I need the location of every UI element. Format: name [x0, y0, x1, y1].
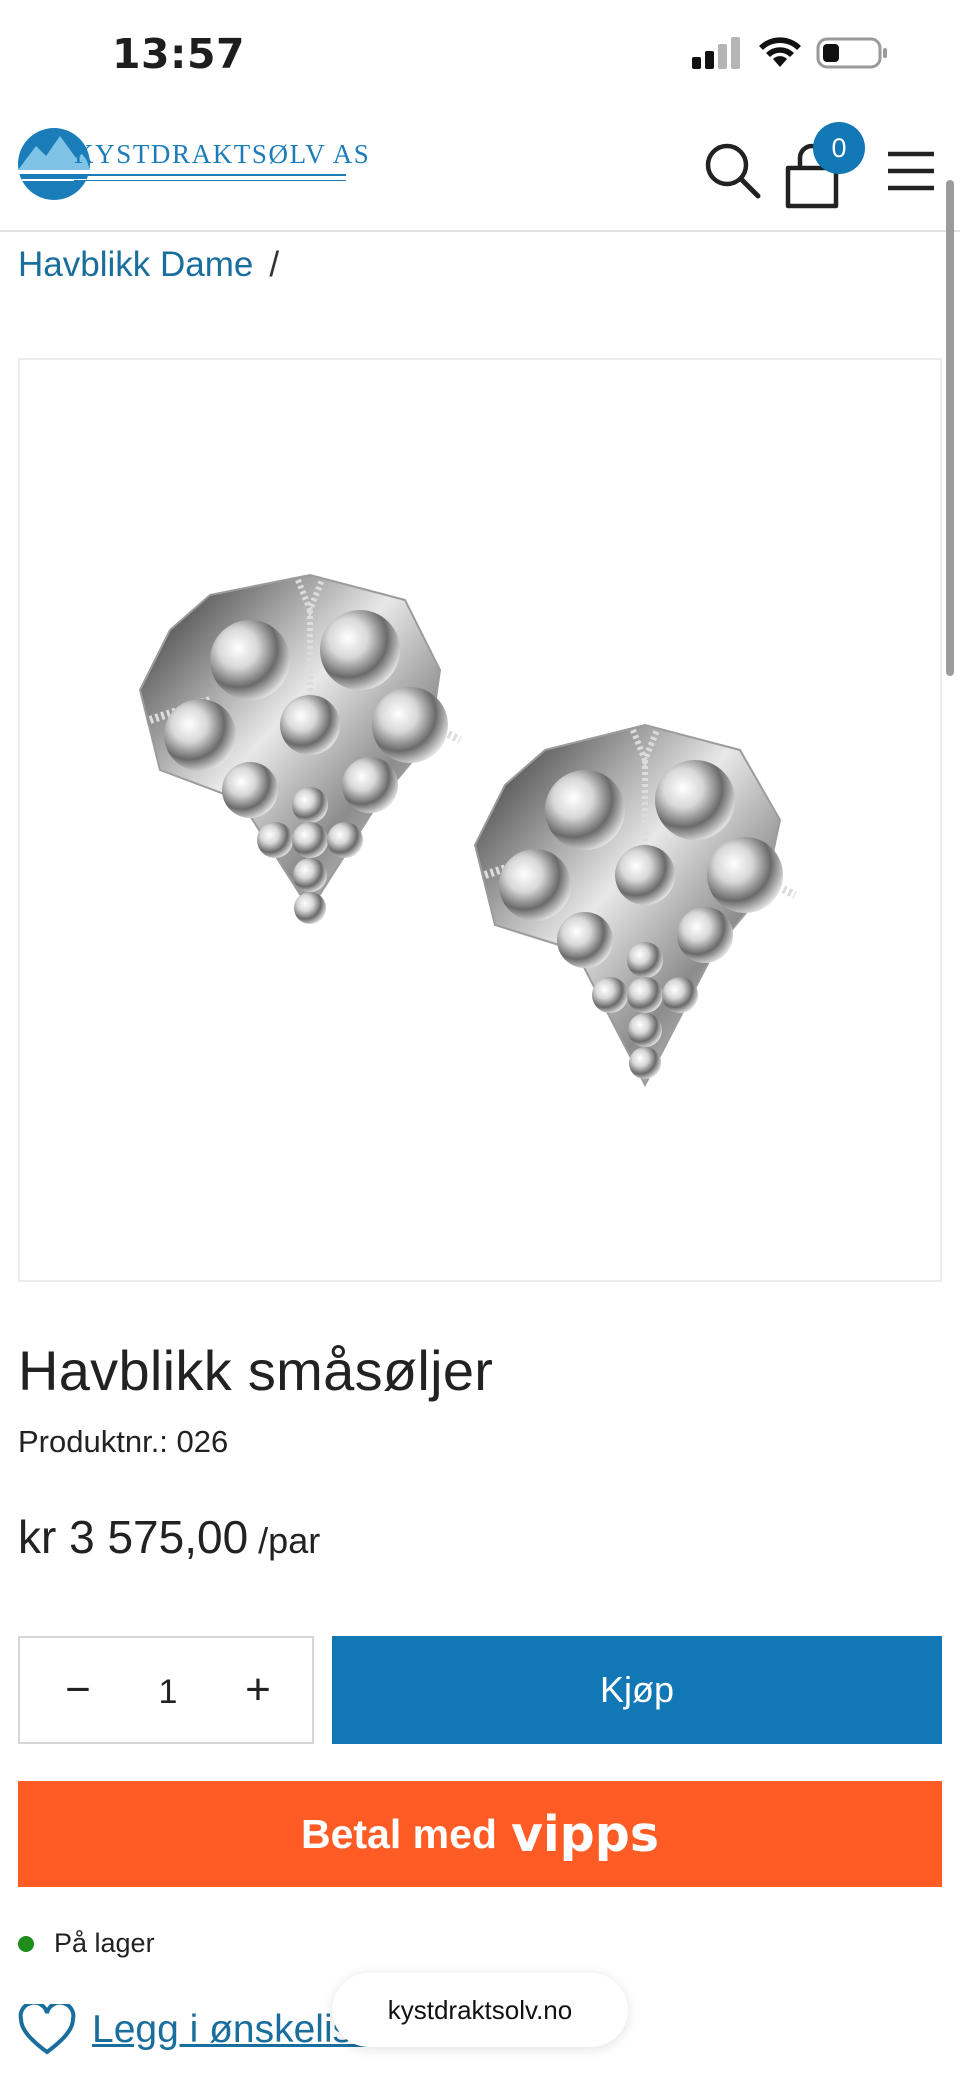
- product-price: kr 3 575,00 /par: [18, 1510, 320, 1564]
- quantity-decrease-button[interactable]: −: [50, 1662, 106, 1718]
- heart-icon[interactable]: [18, 2004, 76, 2056]
- signal-icon: [692, 37, 740, 69]
- product-number: Produktnr.: 026: [18, 1424, 228, 1460]
- site-header: KYSTDRAKTSØLV AS 0: [0, 112, 960, 232]
- breadcrumb: Havblikk Dame /: [18, 245, 279, 285]
- browser-url-bar[interactable]: kystdraktsolv.no: [332, 1973, 628, 2047]
- stock-status: På lager: [18, 1928, 155, 1959]
- left-earring: [138, 573, 462, 924]
- vipps-logo: vipps: [510, 1805, 659, 1863]
- product-number-label: Produktnr.:: [18, 1424, 168, 1459]
- logo-text[interactable]: KYSTDRAKTSØLV AS: [74, 139, 370, 170]
- price-unit: /par: [258, 1520, 321, 1561]
- vipps-button-label: Betal med: [300, 1810, 497, 1857]
- product-image[interactable]: [18, 358, 942, 1282]
- breadcrumb-link-havblikk-dame[interactable]: Havblikk Dame: [18, 245, 253, 285]
- quantity-stepper: − 1 +: [18, 1636, 314, 1744]
- right-earring: [473, 723, 797, 1088]
- earrings-image: [138, 573, 797, 1088]
- scrollbar[interactable]: [946, 180, 954, 676]
- menu-icon[interactable]: [886, 148, 936, 194]
- logo-underline-thin: [74, 180, 346, 181]
- wifi-icon: [759, 37, 801, 67]
- stock-indicator-dot: [18, 1935, 34, 1952]
- stock-label: På lager: [54, 1928, 155, 1958]
- battery-icon: [816, 37, 887, 69]
- breadcrumb-separator: /: [269, 245, 280, 284]
- status-bar: 13:57: [0, 0, 960, 112]
- wishlist-link[interactable]: Legg i ønskeliste: [18, 2004, 385, 2056]
- status-time: 13:57: [112, 30, 246, 78]
- product-number-value: 026: [176, 1424, 229, 1459]
- quantity-increase-button[interactable]: +: [230, 1662, 286, 1718]
- price-amount: kr 3 575,00: [18, 1511, 249, 1563]
- search-icon[interactable]: [702, 140, 764, 202]
- product-title: Havblikk småsøljer: [18, 1339, 494, 1402]
- cart-count-badge[interactable]: 0: [813, 122, 865, 174]
- quantity-input[interactable]: 1: [130, 1664, 206, 1720]
- status-icons: [692, 36, 888, 70]
- vipps-pay-button[interactable]: Betal med vipps: [18, 1781, 942, 1887]
- logo-underline: [74, 174, 346, 176]
- buy-button[interactable]: Kjøp: [332, 1636, 942, 1744]
